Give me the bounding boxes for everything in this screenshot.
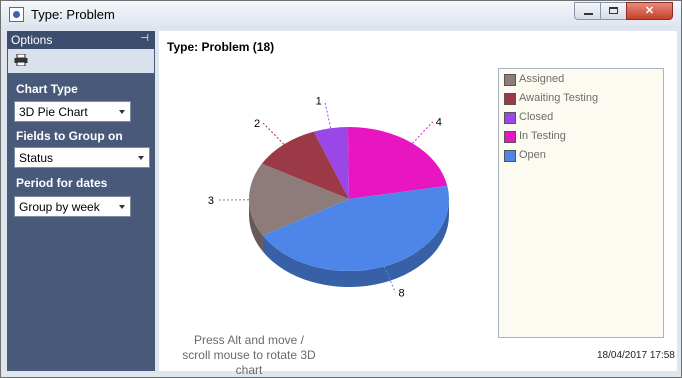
data-label: 4 bbox=[436, 117, 442, 129]
leader-line bbox=[324, 100, 332, 129]
data-label: 3 bbox=[208, 195, 214, 207]
options-panel: Options ⊣ Chart Type 3D Pie Chart Fields… bbox=[7, 31, 155, 371]
options-toolbar bbox=[8, 49, 154, 73]
minimize-button[interactable] bbox=[574, 2, 601, 20]
app-window: Type: Problem ✕ Options ⊣ Chart Type 3D … bbox=[0, 0, 682, 378]
pie-chart[interactable]: 3 2 1 4 8 bbox=[159, 61, 499, 341]
pin-icon[interactable]: ⊣ bbox=[140, 33, 149, 44]
app-icon bbox=[9, 7, 24, 22]
title-bar[interactable]: Type: Problem ✕ bbox=[1, 1, 681, 29]
legend-label: Open bbox=[519, 149, 546, 161]
legend-label: In Testing bbox=[519, 130, 566, 142]
close-button[interactable]: ✕ bbox=[626, 2, 673, 20]
chevron-down-icon bbox=[119, 110, 125, 114]
legend-label: Assigned bbox=[519, 73, 565, 85]
data-label: 1 bbox=[316, 96, 322, 108]
period-label: Period for dates bbox=[16, 176, 108, 190]
printer-icon[interactable] bbox=[14, 54, 28, 66]
legend-swatch bbox=[504, 131, 516, 143]
chart-type-select[interactable]: 3D Pie Chart bbox=[14, 101, 131, 122]
options-title: Options bbox=[11, 33, 53, 47]
close-icon: ✕ bbox=[644, 5, 655, 17]
chart-type-label: Chart Type bbox=[16, 82, 78, 96]
leader-line bbox=[412, 121, 434, 144]
window-title: Type: Problem bbox=[31, 7, 115, 22]
chevron-down-icon bbox=[119, 205, 125, 209]
period-value: Group by week bbox=[19, 200, 100, 214]
period-select[interactable]: Group by week bbox=[14, 196, 131, 217]
data-label: 2 bbox=[254, 118, 260, 130]
maximize-button[interactable] bbox=[600, 2, 627, 20]
fields-value: Status bbox=[19, 151, 54, 165]
timestamp: 18/04/2017 17:58 bbox=[597, 350, 675, 361]
minimize-icon bbox=[584, 13, 593, 15]
maximize-icon bbox=[609, 7, 618, 14]
chevron-down-icon bbox=[138, 156, 144, 160]
chart-title: Type: Problem (18) bbox=[167, 40, 275, 54]
chart-type-value: 3D Pie Chart bbox=[19, 105, 88, 119]
leader-line bbox=[262, 122, 285, 145]
fields-select[interactable]: Status bbox=[14, 147, 150, 168]
chart-legend: Assigned Awaiting Testing Closed In Testing… bbox=[498, 68, 664, 338]
legend-swatch bbox=[504, 150, 516, 162]
options-header: Options ⊣ bbox=[7, 31, 155, 49]
legend-label: Closed bbox=[519, 111, 554, 123]
fields-label: Fields to Group on bbox=[16, 129, 123, 143]
legend-swatch bbox=[504, 112, 516, 124]
chart-area: Type: Problem (18) 3 2 1 4 8 Assigned Awaitin… bbox=[159, 31, 677, 377]
legend-label: Awaiting Testing bbox=[519, 92, 599, 104]
legend-swatch bbox=[504, 93, 516, 105]
legend-swatch bbox=[504, 74, 516, 86]
data-label: 8 bbox=[398, 288, 404, 300]
rotate-hint: Press Alt and move / scroll mouse to rot… bbox=[182, 333, 316, 377]
